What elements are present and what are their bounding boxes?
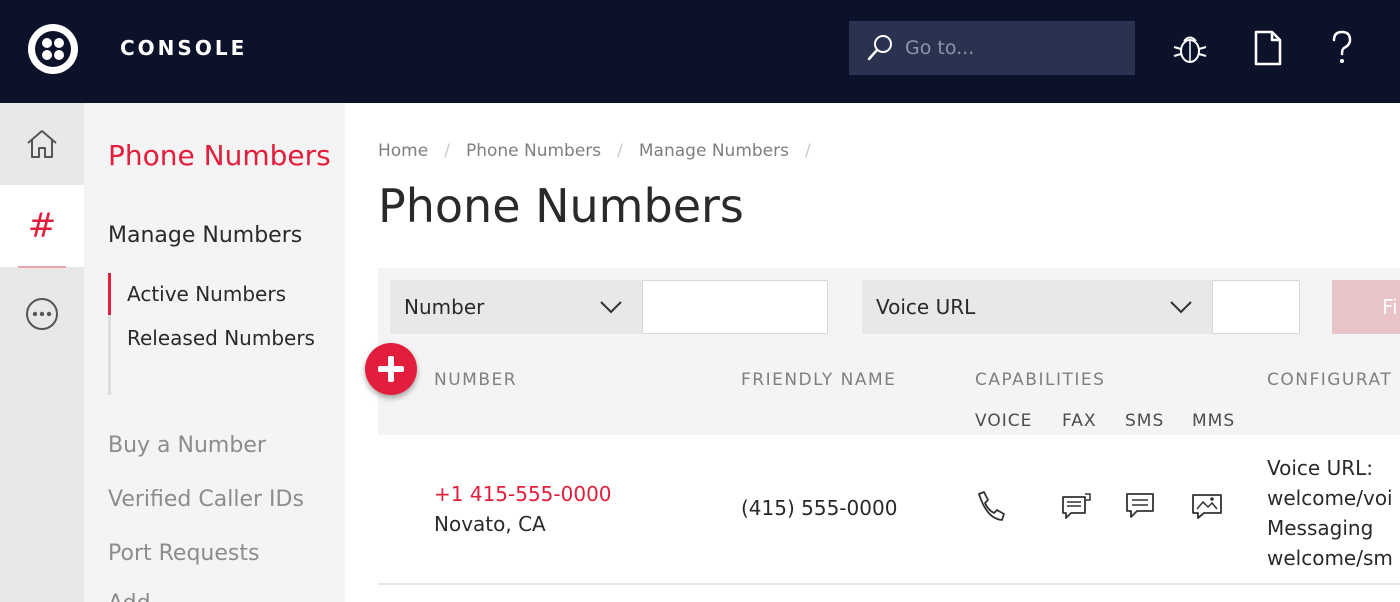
filter-voice-url-select[interactable]: Voice URL — [862, 280, 1212, 334]
mms-capability-icon — [1192, 494, 1222, 519]
sidebar-title: Phone Numbers — [108, 139, 331, 172]
add-number-button[interactable] — [365, 343, 417, 395]
chevron-down-icon — [1170, 301, 1192, 314]
rail-home[interactable] — [0, 103, 84, 185]
rail-phone-numbers[interactable]: # — [0, 185, 84, 267]
voice-capability-icon — [978, 491, 1005, 521]
breadcrumb-separator: / — [444, 141, 450, 161]
sidebar-link-port-requests[interactable]: Port Requests — [108, 541, 259, 566]
breadcrumb: Home / Phone Numbers / Manage Numbers / — [378, 141, 827, 161]
docs-icon[interactable] — [1248, 28, 1288, 68]
configuration-cell: Voice URL: welcome/voi Messaging welcome… — [1267, 453, 1393, 573]
config-voice-url: welcome/voi — [1267, 486, 1393, 510]
console-title: CONSOLE — [120, 36, 248, 60]
sidebar-item-released-numbers[interactable]: Released Numbers — [108, 315, 328, 395]
search-icon — [867, 35, 892, 61]
twilio-logo-icon[interactable] — [28, 24, 78, 74]
filter-button[interactable]: Fi — [1332, 280, 1400, 334]
capability-header-fax: FAX — [1062, 411, 1097, 431]
filter-number-input[interactable] — [642, 280, 828, 334]
column-header-configuration[interactable]: CONFIGURAT — [1267, 370, 1392, 390]
more-icon — [26, 298, 58, 330]
rail-active-indicator — [18, 266, 66, 268]
number-location: Novato, CA — [434, 512, 546, 536]
search-box[interactable] — [849, 21, 1135, 75]
chevron-down-icon — [600, 301, 622, 314]
row-divider — [378, 583, 1400, 585]
capability-header-voice: VOICE — [975, 411, 1033, 431]
config-voice-label: Voice URL: — [1267, 456, 1373, 480]
filter-voice-url-value: Voice URL — [876, 295, 976, 319]
column-header-number[interactable]: NUMBER — [434, 370, 517, 390]
column-header-friendly-name[interactable]: FRIENDLY NAME — [741, 370, 896, 390]
filter-field-select[interactable]: Number — [390, 280, 642, 334]
capability-header-sms: SMS — [1125, 411, 1165, 431]
rail-more[interactable] — [0, 273, 84, 355]
fax-capability-icon — [1062, 493, 1091, 519]
config-messaging-url: welcome/sm — [1267, 546, 1393, 570]
home-icon — [27, 130, 57, 158]
config-messaging-label: Messaging — [1267, 516, 1374, 540]
sidebar-link-add[interactable]: Add... — [108, 591, 172, 602]
search-input[interactable] — [905, 29, 1125, 67]
breadcrumb-separator: / — [804, 141, 811, 161]
hash-icon: # — [27, 206, 57, 246]
sidebar-link-buy-number[interactable]: Buy a Number — [108, 433, 266, 458]
breadcrumb-phone-numbers[interactable]: Phone Numbers — [466, 141, 601, 161]
breadcrumb-separator: / — [617, 141, 623, 161]
sidebar: Phone Numbers Manage Numbers Active Numb… — [84, 103, 345, 602]
sidebar-item-active-numbers[interactable]: Active Numbers — [108, 273, 328, 315]
page-title: Phone Numbers — [378, 179, 744, 233]
sidebar-section-manage-numbers[interactable]: Manage Numbers — [108, 223, 302, 248]
top-bar: CONSOLE — [0, 0, 1400, 103]
column-header-capabilities: CAPABILITIES — [975, 370, 1106, 390]
sidebar-link-verified-caller-ids[interactable]: Verified Caller IDs — [108, 487, 304, 512]
filter-voice-url-input[interactable] — [1212, 280, 1300, 334]
filter-and-header-band: Number Voice URL Fi — [378, 268, 1400, 435]
number-link[interactable]: +1 415-555-0000 — [434, 482, 612, 506]
main-content: Home / Phone Numbers / Manage Numbers / … — [345, 103, 1400, 602]
bug-icon[interactable] — [1170, 28, 1210, 68]
breadcrumb-manage-numbers[interactable]: Manage Numbers — [639, 141, 789, 161]
breadcrumb-home[interactable]: Home — [378, 141, 428, 161]
filter-button-label: Fi — [1382, 295, 1398, 319]
icon-rail: # — [0, 103, 84, 602]
help-icon[interactable] — [1322, 28, 1362, 68]
capability-header-mms: MMS — [1192, 411, 1236, 431]
friendly-name: (415) 555-0000 — [741, 496, 898, 520]
filter-field-value: Number — [404, 295, 485, 319]
sms-capability-icon — [1126, 493, 1154, 518]
